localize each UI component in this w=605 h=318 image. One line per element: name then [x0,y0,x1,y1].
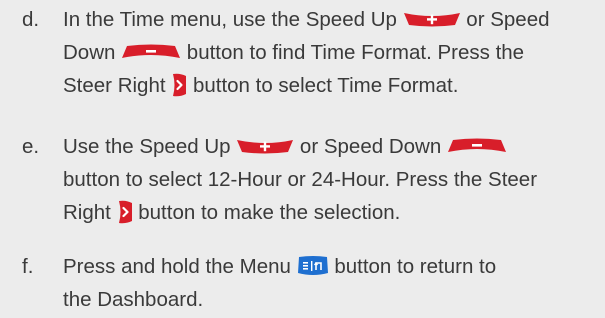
steer-right-icon [171,73,187,97]
text-segment: button to select Time Format. [187,74,459,97]
text-line: Right button to make the selection. [63,196,603,229]
speed-down-icon [447,138,507,154]
steer-right-icon [117,200,133,224]
step-text: In the Time menu, use the Speed Up or Sp… [63,3,603,102]
text-segment: Press and hold the Menu [63,255,297,278]
step-text: Use the Speed Up or Speed Down button to… [63,130,603,229]
speed-down-icon [121,44,181,60]
text-segment: Down [63,41,122,64]
text-line: Down button to find Time Format. Press t… [63,36,603,69]
step-letter: f. [22,255,34,278]
text-segment: button to select 12-Hour or 24-Hour. Pre… [63,168,538,191]
document-page: { "steps": [ { "letter": "d.", "lines": … [0,0,605,318]
text-segment: button to find Time Format. Press the [181,41,525,64]
step-text: Press and hold the Menu button to return… [63,250,603,316]
text-segment: or Speed Down [294,135,447,158]
speed-up-icon [236,138,294,154]
text-segment: Right [63,201,117,224]
speed-up-icon [403,11,461,27]
text-segment: button to return to [328,255,497,278]
text-segment: Steer Right [63,74,172,97]
step-letter: d. [22,8,40,31]
step-letter: e. [22,135,40,158]
menu-icon [297,255,329,277]
text-line: In the Time menu, use the Speed Up or Sp… [63,3,603,36]
text-segment: the Dashboard. [63,288,204,311]
text-line: the Dashboard. [63,283,603,316]
text-line: Press and hold the Menu button to return… [63,250,603,283]
text-segment: In the Time menu, use the Speed Up [63,8,403,31]
text-segment: or Speed [460,8,550,31]
text-line: Use the Speed Up or Speed Down [63,130,603,163]
text-segment: Use the Speed Up [63,135,237,158]
text-line: Steer Right button to select Time Format… [63,69,603,102]
text-line: button to select 12-Hour or 24-Hour. Pre… [63,163,603,196]
text-segment: button to make the selection. [132,201,401,224]
